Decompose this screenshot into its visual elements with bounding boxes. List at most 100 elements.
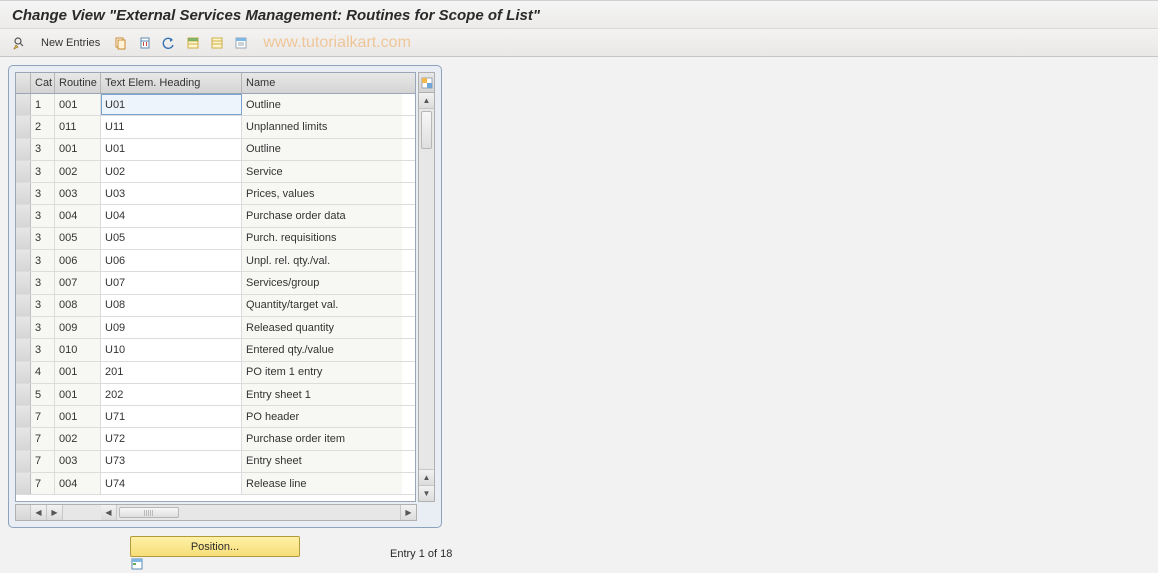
row-selector[interactable] <box>16 339 31 360</box>
cell-text[interactable]: U72 <box>101 428 242 449</box>
cell-name[interactable]: Entry sheet 1 <box>242 384 402 405</box>
table-row[interactable]: 3005U05Purch. requisitions <box>16 228 415 250</box>
table-settings-icon[interactable] <box>418 72 435 93</box>
cell-name[interactable]: Unplanned limits <box>242 116 402 137</box>
cell-name[interactable]: Services/group <box>242 272 402 293</box>
cell-text[interactable]: U11 <box>101 116 242 137</box>
undo-icon[interactable] <box>159 33 179 53</box>
table-row[interactable]: 3007U07Services/group <box>16 272 415 294</box>
row-selector[interactable] <box>16 183 31 204</box>
row-selector[interactable] <box>16 451 31 472</box>
row-selector[interactable] <box>16 406 31 427</box>
cell-cat[interactable]: 3 <box>31 339 55 360</box>
cell-routine[interactable]: 004 <box>55 205 101 226</box>
table-row[interactable]: 7002U72Purchase order item <box>16 428 415 450</box>
table-row[interactable]: 3006U06Unpl. rel. qty./val. <box>16 250 415 272</box>
header-select-stub[interactable] <box>16 73 31 93</box>
toggle-display-change-icon[interactable] <box>10 33 30 53</box>
row-selector[interactable] <box>16 205 31 226</box>
horizontal-scroll-thumb[interactable] <box>119 507 179 518</box>
cell-cat[interactable]: 7 <box>31 428 55 449</box>
data-grid[interactable]: Cat Routine Text Elem. Heading Name 1001… <box>15 72 416 502</box>
cell-cat[interactable]: 4 <box>31 362 55 383</box>
cell-text[interactable]: U01 <box>101 139 242 160</box>
row-selector[interactable] <box>16 139 31 160</box>
cell-text[interactable]: U03 <box>101 183 242 204</box>
cell-cat[interactable]: 7 <box>31 451 55 472</box>
horizontal-scrollbar[interactable]: ◀ ▶ ◀ ▶ <box>15 504 417 521</box>
hscroll-left-1[interactable]: ◀ <box>31 505 47 520</box>
table-row[interactable]: 3008U08Quantity/target val. <box>16 295 415 317</box>
vertical-scrollbar[interactable]: ▲ ▲ ▼ <box>418 93 435 502</box>
table-row[interactable]: 5001202Entry sheet 1 <box>16 384 415 406</box>
cell-text[interactable]: U09 <box>101 317 242 338</box>
cell-cat[interactable]: 2 <box>31 116 55 137</box>
cell-text[interactable]: U05 <box>101 228 242 249</box>
cell-routine[interactable]: 001 <box>55 139 101 160</box>
cell-name[interactable]: Quantity/target val. <box>242 295 402 316</box>
cell-routine[interactable]: 003 <box>55 183 101 204</box>
row-selector[interactable] <box>16 250 31 271</box>
cell-name[interactable]: Outline <box>242 94 402 115</box>
cell-text[interactable]: 201 <box>101 362 242 383</box>
copy-as-icon[interactable] <box>111 33 131 53</box>
cell-name[interactable]: Purchase order data <box>242 205 402 226</box>
cell-routine[interactable]: 001 <box>55 362 101 383</box>
cell-name[interactable]: PO item 1 entry <box>242 362 402 383</box>
scroll-down-icon-upper[interactable]: ▲ <box>419 469 434 485</box>
table-row[interactable]: 3003U03Prices, values <box>16 183 415 205</box>
row-selector[interactable] <box>16 362 31 383</box>
row-selector[interactable] <box>16 272 31 293</box>
col-header-routine[interactable]: Routine <box>55 73 101 93</box>
cell-routine[interactable]: 008 <box>55 295 101 316</box>
cell-routine[interactable]: 007 <box>55 272 101 293</box>
print-config-icon[interactable] <box>231 33 251 53</box>
cell-cat[interactable]: 3 <box>31 250 55 271</box>
cell-name[interactable]: Entered qty./value <box>242 339 402 360</box>
scroll-up-icon[interactable]: ▲ <box>419 93 434 109</box>
cell-text[interactable]: U07 <box>101 272 242 293</box>
cell-routine[interactable]: 004 <box>55 473 101 494</box>
cell-name[interactable]: Prices, values <box>242 183 402 204</box>
cell-cat[interactable]: 7 <box>31 406 55 427</box>
hscroll-right-1[interactable]: ▶ <box>47 505 63 520</box>
table-row[interactable]: 4001201PO item 1 entry <box>16 362 415 384</box>
cell-routine[interactable]: 010 <box>55 339 101 360</box>
cell-text[interactable]: U01 <box>101 94 242 115</box>
new-entries-button[interactable]: New Entries <box>34 33 107 53</box>
cell-text[interactable]: U74 <box>101 473 242 494</box>
cell-name[interactable]: PO header <box>242 406 402 427</box>
table-row[interactable]: 1001U01Outline <box>16 94 415 116</box>
table-row[interactable]: 7004U74Release line <box>16 473 415 495</box>
cell-name[interactable]: Entry sheet <box>242 451 402 472</box>
row-selector[interactable] <box>16 473 31 494</box>
row-selector[interactable] <box>16 295 31 316</box>
row-selector[interactable] <box>16 428 31 449</box>
cell-text[interactable]: U08 <box>101 295 242 316</box>
table-row[interactable]: 2011U11Unplanned limits <box>16 116 415 138</box>
cell-text[interactable]: U71 <box>101 406 242 427</box>
delete-icon[interactable] <box>135 33 155 53</box>
cell-text[interactable]: U73 <box>101 451 242 472</box>
row-selector[interactable] <box>16 317 31 338</box>
cell-text[interactable]: U06 <box>101 250 242 271</box>
table-row[interactable]: 3001U01Outline <box>16 139 415 161</box>
cell-name[interactable]: Purchase order item <box>242 428 402 449</box>
table-row[interactable]: 3010U10Entered qty./value <box>16 339 415 361</box>
hscroll-left-2[interactable]: ◀ <box>101 505 117 520</box>
cell-cat[interactable]: 3 <box>31 205 55 226</box>
cell-text[interactable]: 202 <box>101 384 242 405</box>
table-row[interactable]: 3002U02Service <box>16 161 415 183</box>
cell-routine[interactable]: 001 <box>55 384 101 405</box>
cell-name[interactable]: Unpl. rel. qty./val. <box>242 250 402 271</box>
row-selector[interactable] <box>16 228 31 249</box>
table-row[interactable]: 3009U09Released quantity <box>16 317 415 339</box>
cell-routine[interactable]: 001 <box>55 94 101 115</box>
cell-cat[interactable]: 1 <box>31 94 55 115</box>
col-header-name[interactable]: Name <box>242 73 402 93</box>
table-row[interactable]: 7001U71PO header <box>16 406 415 428</box>
cell-name[interactable]: Outline <box>242 139 402 160</box>
cell-routine[interactable]: 009 <box>55 317 101 338</box>
scroll-down-icon[interactable]: ▼ <box>419 485 434 501</box>
cell-routine[interactable]: 002 <box>55 161 101 182</box>
